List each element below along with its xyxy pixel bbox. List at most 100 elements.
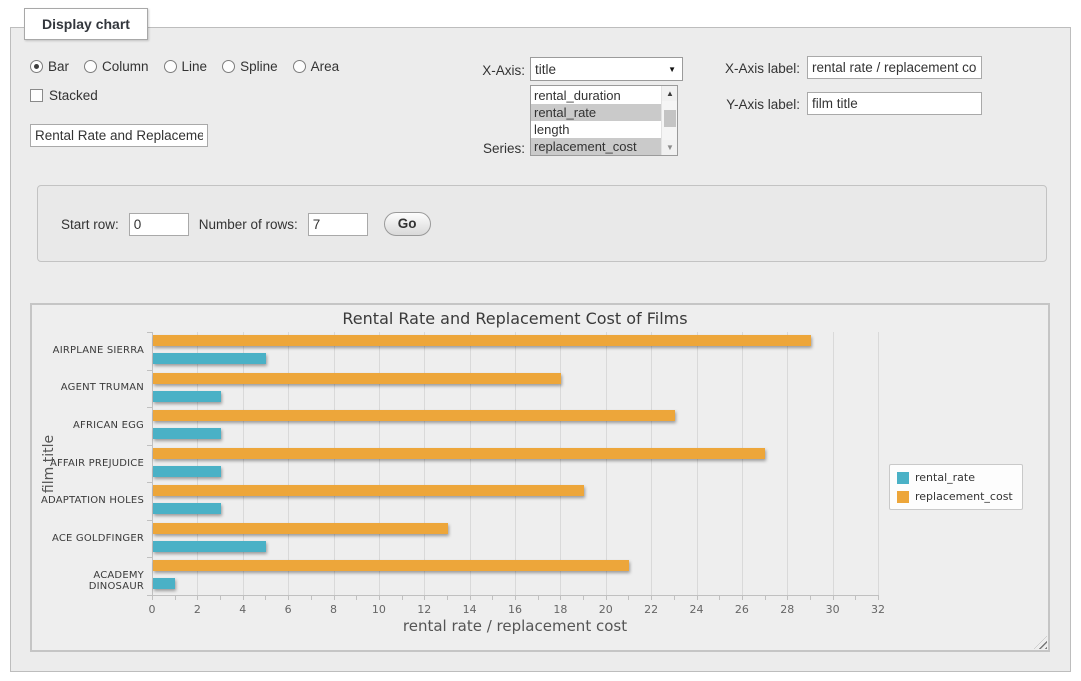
bar-replacement_cost-agent-truman (153, 373, 561, 384)
x-tick-mark (492, 595, 493, 600)
x-tick-label-22: 22 (644, 603, 658, 616)
category-label: AGENT TRUMAN (39, 382, 144, 393)
go-button[interactable]: Go (384, 212, 431, 236)
x-tick-mark (402, 595, 403, 600)
radio-label: Area (311, 59, 340, 74)
x-tick-mark (833, 595, 834, 600)
gridline-x-30 (833, 332, 834, 595)
start-row-input[interactable] (129, 213, 189, 236)
x-tick-mark (447, 595, 448, 600)
x-axis-label-input[interactable] (807, 56, 982, 79)
x-tick-label-16: 16 (508, 603, 522, 616)
x-axis-label-label: X-Axis label: (688, 61, 800, 76)
radio-icon[interactable] (164, 60, 177, 73)
bar-rental_rate-affair-prejudice (153, 466, 221, 477)
gridline-x-24 (697, 332, 698, 595)
y-axis-label-input[interactable] (807, 92, 982, 115)
series-list-label: Series: (430, 141, 525, 156)
y-axis-label-label: Y-Axis label: (688, 97, 800, 112)
radio-icon[interactable] (30, 60, 43, 73)
radio-label: Column (102, 59, 149, 74)
x-tick-mark (560, 595, 561, 600)
radio-label: Bar (48, 59, 69, 74)
x-tick-mark (379, 595, 380, 600)
chart-legend: rental_rate replacement_cost (889, 464, 1023, 510)
x-tick-mark (515, 595, 516, 600)
y-axis-line (152, 332, 153, 595)
series-multiselect[interactable]: rental_durationrental_ratelengthreplacem… (530, 85, 678, 156)
x-tick-mark (152, 595, 153, 600)
y-tick-mark (147, 370, 152, 371)
resize-grip-icon[interactable] (1034, 636, 1047, 649)
x-tick-mark (628, 595, 629, 600)
x-tick-mark (470, 595, 471, 600)
num-rows-input[interactable] (308, 213, 368, 236)
x-tick-mark (674, 595, 675, 600)
series-option-length[interactable]: length (531, 121, 661, 138)
x-tick-mark (243, 595, 244, 600)
x-tick-mark (697, 595, 698, 600)
chart-type-option-area[interactable]: Area (293, 59, 340, 74)
x-tick-mark (288, 595, 289, 600)
gridline-x-32 (878, 332, 879, 595)
series-option-rental_rate[interactable]: rental_rate (531, 104, 661, 121)
bar-replacement_cost-affair-prejudice (153, 448, 765, 459)
bar-rental_rate-academy-dinosaur (153, 578, 175, 589)
gridline-x-6 (288, 332, 289, 595)
legend-entry-rental_rate[interactable]: rental_rate (897, 471, 1013, 484)
legend-entry-replacement_cost[interactable]: replacement_cost (897, 490, 1013, 503)
chart-title: Rental Rate and Replacement Cost of Film… (152, 309, 878, 328)
x-tick-mark (606, 595, 607, 600)
series-list-scrollbar[interactable]: ▲ ▼ (661, 86, 677, 155)
x-tick-label-2: 2 (194, 603, 201, 616)
gridline-x-4 (243, 332, 244, 595)
bar-rental_rate-ace-goldfinger (153, 541, 266, 552)
x-tick-mark (175, 595, 176, 600)
chart-type-option-spline[interactable]: Spline (222, 59, 278, 74)
x-tick-label-32: 32 (871, 603, 885, 616)
stacked-checkbox[interactable] (30, 89, 43, 102)
chart-y-axis-title: film title (41, 429, 57, 499)
x-tick-label-24: 24 (690, 603, 704, 616)
x-tick-mark (719, 595, 720, 600)
chevron-down-icon: ▼ (668, 65, 678, 74)
bar-rental_rate-airplane-sierra (153, 353, 266, 364)
gridline-x-2 (197, 332, 198, 595)
num-rows-label: Number of rows: (199, 217, 298, 232)
chart-type-option-column[interactable]: Column (84, 59, 149, 74)
y-tick-mark (147, 595, 152, 596)
gridline-x-10 (379, 332, 380, 595)
x-tick-mark (197, 595, 198, 600)
legend-label: replacement_cost (915, 490, 1013, 503)
series-option-rental_duration[interactable]: rental_duration (531, 87, 661, 104)
scroll-up-icon[interactable]: ▲ (662, 86, 678, 101)
chart-type-option-bar[interactable]: Bar (30, 59, 69, 74)
radio-icon[interactable] (222, 60, 235, 73)
gridline-x-16 (515, 332, 516, 595)
x-tick-mark (742, 595, 743, 600)
chart-type-radio-group: Bar Column Line Spline Area (30, 59, 339, 74)
x-tick-mark (810, 595, 811, 600)
chart-type-option-line[interactable]: Line (164, 59, 208, 74)
radio-icon[interactable] (84, 60, 97, 73)
x-tick-mark (855, 595, 856, 600)
y-tick-mark (147, 482, 152, 483)
bar-replacement_cost-ace-goldfinger (153, 523, 448, 534)
stacked-option: Stacked (30, 88, 98, 103)
x-axis-select[interactable]: title ▼ (530, 57, 683, 81)
chart-title-input[interactable] (30, 124, 208, 147)
y-tick-mark (147, 557, 152, 558)
chart-x-axis-title: rental rate / replacement cost (152, 617, 878, 635)
scroll-down-icon[interactable]: ▼ (662, 140, 678, 155)
scrollbar-thumb[interactable] (664, 110, 676, 127)
radio-icon[interactable] (293, 60, 306, 73)
x-tick-mark (424, 595, 425, 600)
gridline-x-26 (742, 332, 743, 595)
bar-replacement_cost-airplane-sierra (153, 335, 811, 346)
stacked-label: Stacked (49, 88, 98, 103)
x-tick-label-26: 26 (735, 603, 749, 616)
x-tick-mark (311, 595, 312, 600)
series-option-replacement_cost[interactable]: replacement_cost (531, 138, 661, 155)
y-tick-mark (147, 445, 152, 446)
x-tick-mark (651, 595, 652, 600)
